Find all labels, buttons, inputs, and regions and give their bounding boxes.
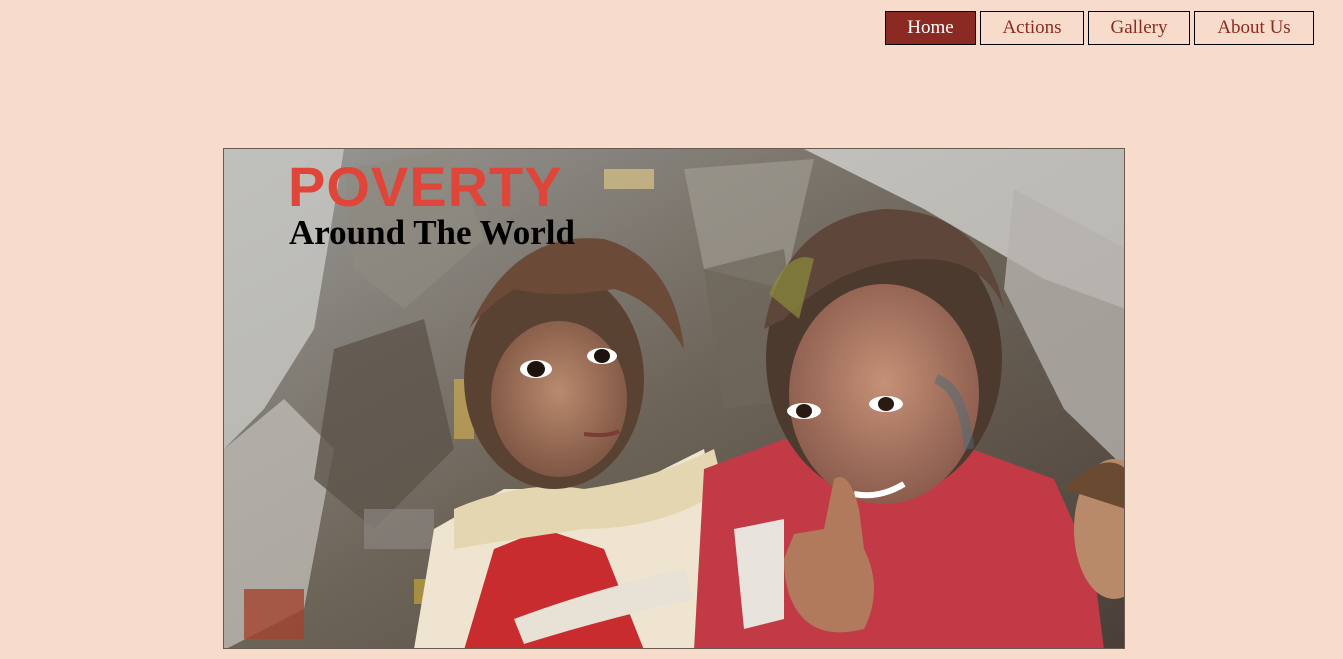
page: Home Actions Gallery About Us POVERTY Ar… bbox=[0, 0, 1343, 659]
hero-subtitle: Around The World bbox=[289, 213, 575, 252]
nav-actions-button[interactable]: Actions bbox=[980, 11, 1084, 45]
top-nav: Home Actions Gallery About Us bbox=[885, 11, 1314, 45]
hero-title: POVERTY bbox=[288, 155, 563, 218]
hero-banner: POVERTY Around The World bbox=[223, 148, 1125, 649]
nav-about-us-button[interactable]: About Us bbox=[1194, 11, 1314, 45]
nav-gallery-button[interactable]: Gallery bbox=[1088, 11, 1190, 45]
nav-home-button[interactable]: Home bbox=[885, 11, 976, 45]
